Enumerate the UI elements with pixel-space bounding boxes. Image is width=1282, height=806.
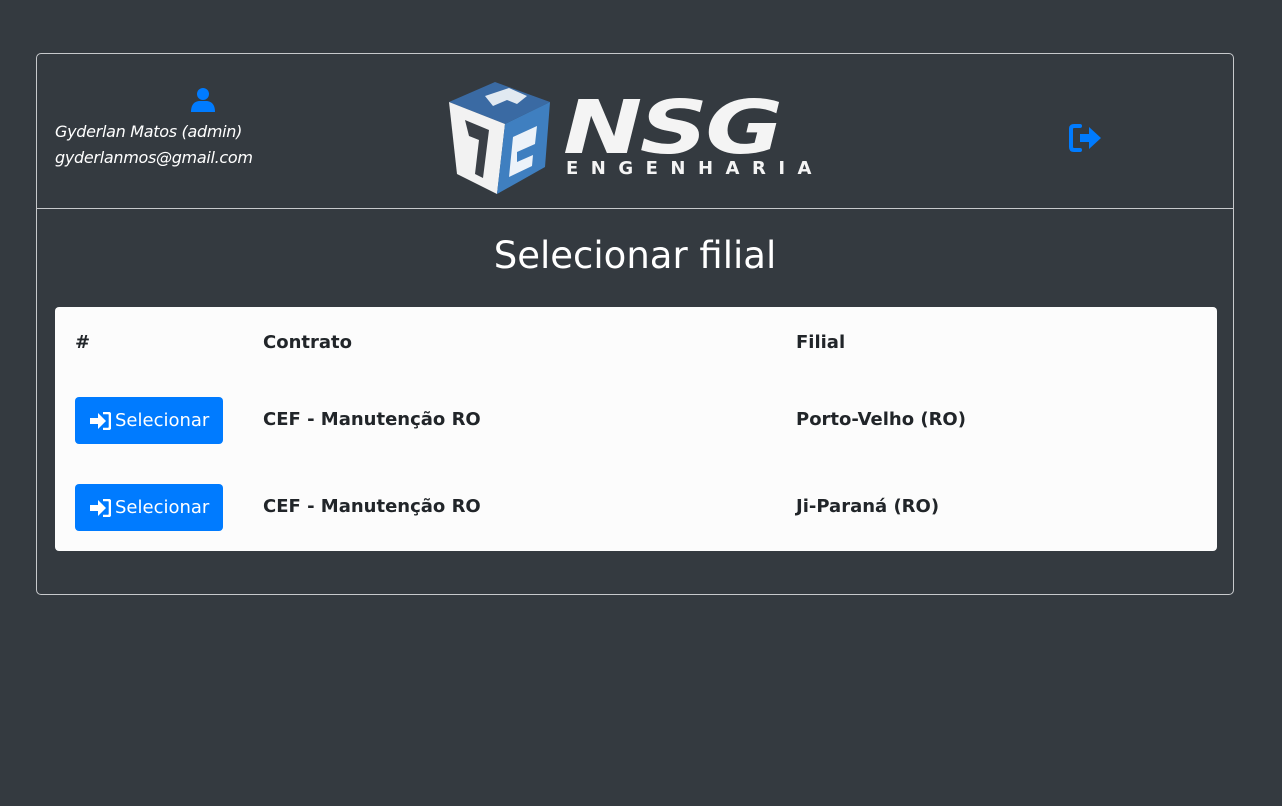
branch-select-card: Gyderlan Matos (admin) gyderlanmos@gmail… bbox=[36, 53, 1234, 595]
table-cell-contrato: CEF - Manutenção RO bbox=[263, 496, 481, 517]
select-button[interactable]: Selecionar bbox=[75, 484, 223, 531]
sign-in-icon bbox=[90, 411, 111, 430]
select-button-label: Selecionar bbox=[115, 497, 210, 518]
column-header-contrato: Contrato bbox=[263, 332, 352, 353]
user-icon bbox=[191, 88, 215, 112]
logo-sub-text: ENGENHARIA bbox=[566, 158, 824, 179]
select-button[interactable]: Selecionar bbox=[75, 397, 223, 444]
column-header-number: # bbox=[75, 332, 91, 353]
table-cell-contrato: CEF - Manutenção RO bbox=[263, 409, 481, 430]
user-name: Gyderlan Matos (admin) bbox=[55, 122, 243, 141]
table-cell-filial: Ji-Paraná (RO) bbox=[796, 496, 940, 517]
card-header: Gyderlan Matos (admin) gyderlanmos@gmail… bbox=[37, 54, 1233, 209]
column-header-filial: Filial bbox=[796, 332, 846, 353]
select-button-label: Selecionar bbox=[115, 410, 210, 431]
user-email: gyderlanmos@gmail.com bbox=[55, 148, 253, 167]
sign-in-icon bbox=[90, 498, 111, 517]
branch-table: # Contrato Filial Selecionar CEF - Manut… bbox=[55, 307, 1217, 551]
page-title: Selecionar filial bbox=[493, 234, 777, 277]
sign-out-icon[interactable] bbox=[1068, 122, 1104, 154]
logo-brand-text: NSG bbox=[563, 85, 783, 171]
table-cell-filial: Porto-Velho (RO) bbox=[796, 409, 966, 430]
nsg-engenharia-logo: NSG ENGENHARIA bbox=[447, 82, 827, 194]
logo-cube-icon bbox=[449, 82, 550, 194]
